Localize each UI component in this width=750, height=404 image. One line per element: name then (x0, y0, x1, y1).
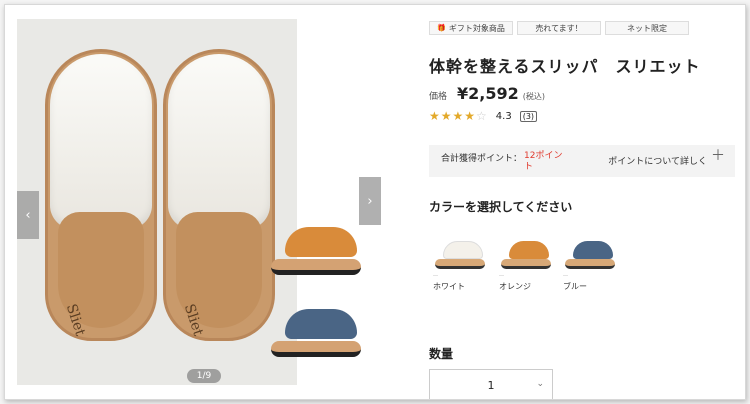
plus-icon[interactable]: ＋ (711, 149, 725, 163)
chevron-down-icon: ⌄ (536, 379, 544, 389)
online-only-badge: ネット限定 (605, 21, 689, 35)
color-option-blue[interactable]: ― ブルー (563, 237, 621, 292)
image-pager: 1/9 (187, 369, 221, 383)
white-slipper-thumb[interactable] (433, 237, 487, 271)
quantity-value: 1 (487, 378, 495, 392)
badge-row: 🎁 ギフト対象商品 売れてます！ ネット限定 (429, 21, 693, 35)
price: ¥2,592 (457, 84, 519, 103)
color-name: ブルー (563, 282, 587, 291)
color-name: オレンジ (499, 282, 531, 291)
points-box: 合計獲得ポイント： 12ポイント ポイントについて詳しく ＋ (429, 145, 735, 177)
product-title: 体幹を整えるスリッパ スリエット (429, 57, 701, 76)
prev-arrow-button[interactable]: ‹ (17, 191, 39, 239)
blue-slipper-thumb[interactable] (563, 237, 617, 271)
orange-slipper-image (271, 219, 361, 275)
price-label: 価格 (429, 92, 448, 102)
star-rating: ★★★★☆ (429, 109, 488, 123)
points-info-link[interactable]: ポイントについて詳しく (608, 154, 707, 167)
color-heading: カラーを選択してください (429, 200, 573, 214)
blue-slipper-image (271, 301, 361, 357)
quantity-heading: 数量 (429, 347, 454, 361)
orange-slipper-thumb[interactable] (499, 237, 553, 271)
gift-badge: 🎁 ギフト対象商品 (429, 21, 513, 35)
slipper-right-image: Sliet (163, 49, 275, 341)
color-name: ホワイト (433, 282, 465, 291)
slipper-left-image: Sliet (45, 49, 157, 341)
color-option-orange[interactable]: ― オレンジ (499, 237, 557, 292)
rating[interactable]: ★★★★☆ 4.3 (3) (429, 109, 538, 123)
gift-icon: 🎁 (437, 24, 446, 32)
tax-note: (税込) (522, 92, 546, 101)
price-row: 価格 ¥2,592 (税込) (429, 84, 545, 103)
points-value: 12ポイント (524, 151, 563, 172)
bestseller-badge: 売れてます！ (517, 21, 601, 35)
image-gallery: Sliet Sliet ‹ 1/9 (17, 19, 297, 385)
points-label: 合計獲得ポイント： (441, 154, 523, 164)
color-option-white[interactable]: ― ホワイト (433, 237, 491, 292)
product-page: Sliet Sliet ‹ 1/9 › 🎁 ギフト対象商品 売れてます！ ネット限… (4, 4, 746, 400)
rating-value: 4.3 (495, 110, 512, 122)
next-arrow-button[interactable]: › (359, 177, 381, 225)
quantity-select[interactable]: 1 ⌄ (429, 369, 553, 399)
review-count[interactable]: (3) (519, 110, 538, 122)
